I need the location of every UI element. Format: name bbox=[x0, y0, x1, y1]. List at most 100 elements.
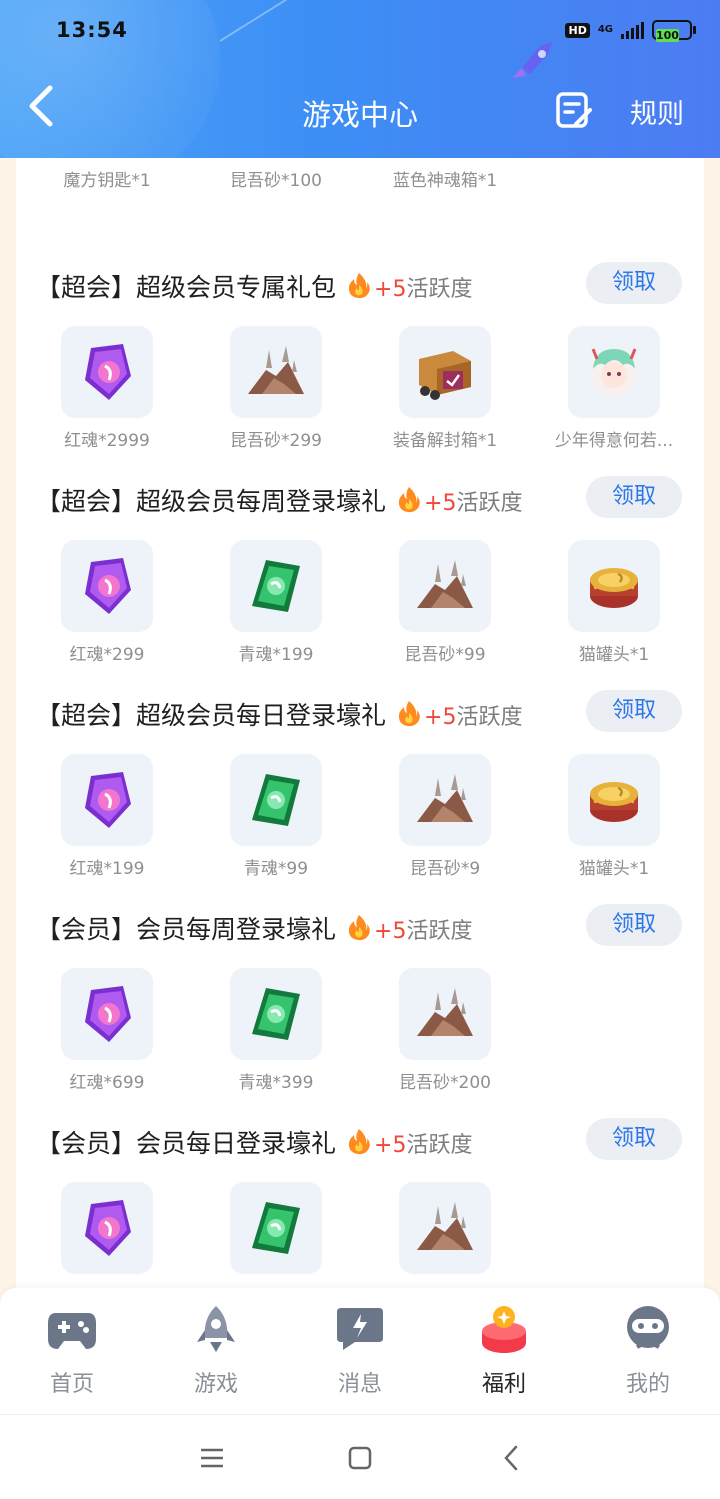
reward-item[interactable] bbox=[201, 1182, 351, 1282]
sand-icon bbox=[230, 326, 322, 418]
pack-title: 【超会】超级会员专属礼包 bbox=[36, 273, 337, 302]
reward-item[interactable]: 青魂*199 bbox=[201, 540, 351, 665]
battery-icon: 100 bbox=[652, 20, 696, 42]
reward-item[interactable]: 昆吾砂*299 bbox=[201, 326, 351, 451]
items-row: 红魂*2999 昆吾砂*299 装备解封箱*1 少年得意何若... bbox=[16, 326, 704, 451]
reward-item[interactable]: 装备解封箱*1 bbox=[370, 326, 520, 451]
red-soul-icon bbox=[61, 754, 153, 846]
reward-name: 红魂*2999 bbox=[64, 431, 150, 451]
reward-item[interactable]: 昆吾砂*9 bbox=[370, 754, 520, 879]
reward-name: 蓝色神魂箱*1 bbox=[392, 171, 498, 191]
reward-item[interactable]: 昆吾砂*200 bbox=[370, 968, 520, 1093]
pack-header: 【会员】会员每日登录壕礼 +5活跃度 领取 bbox=[16, 1112, 704, 1172]
activity-points: +5 bbox=[374, 919, 407, 944]
rules-button[interactable]: 规则 bbox=[630, 92, 684, 131]
reward-item[interactable] bbox=[370, 1182, 520, 1282]
avatar-frame-icon bbox=[568, 326, 660, 418]
reward-name: 昆吾砂*299 bbox=[230, 431, 322, 451]
pack-title-line: 【超会】超级会员每日登录壕礼 +5活跃度 bbox=[36, 696, 522, 732]
activity-label: 活跃度 bbox=[456, 705, 523, 730]
claim-button[interactable]: 领取 bbox=[586, 476, 682, 518]
claim-button[interactable]: 领取 bbox=[586, 690, 682, 732]
pack-header: 【超会】超级会员专属礼包 +5活跃度 领取 bbox=[16, 256, 704, 316]
signal-icon bbox=[621, 21, 644, 39]
home-square-icon[interactable] bbox=[345, 1445, 375, 1471]
tab-home[interactable]: 首页 bbox=[12, 1304, 132, 1398]
fire-icon bbox=[398, 487, 420, 513]
pack-header: 【超会】超级会员每日登录壕礼 +5活跃度 领取 bbox=[16, 684, 704, 744]
reward-name: 昆吾砂*100 bbox=[230, 171, 322, 191]
gamepad-icon bbox=[48, 1313, 96, 1349]
tab-label: 消息 bbox=[337, 1372, 382, 1397]
back-chevron-icon[interactable] bbox=[497, 1445, 527, 1471]
tab-games[interactable]: 游戏 bbox=[156, 1304, 276, 1398]
reward-item[interactable]: 红魂*699 bbox=[32, 968, 182, 1093]
reward-item[interactable]: 昆吾砂*99 bbox=[370, 540, 520, 665]
activity-points: +5 bbox=[374, 277, 407, 302]
status-time: 13:54 bbox=[56, 18, 128, 42]
network-type: 4G bbox=[597, 24, 613, 35]
pack-title: 【超会】超级会员每日登录壕礼 bbox=[36, 701, 387, 730]
activity-label: 活跃度 bbox=[406, 919, 473, 944]
activity-label: 活跃度 bbox=[406, 277, 473, 302]
hd-icon: HD bbox=[565, 22, 590, 38]
items-row: 红魂*299 青魂*199 昆吾砂*99 猫罐头*1 bbox=[16, 540, 704, 665]
reward-item[interactable]: 红魂*199 bbox=[32, 754, 182, 879]
fire-icon bbox=[348, 915, 370, 941]
reward-name: 红魂*199 bbox=[69, 859, 145, 879]
reward-name: 青魂*199 bbox=[238, 645, 314, 665]
reward-item[interactable]: 红魂*299 bbox=[32, 540, 182, 665]
tab-benefits[interactable]: 福利 bbox=[444, 1304, 564, 1398]
green-soul-icon bbox=[230, 968, 322, 1060]
sand-icon bbox=[399, 968, 491, 1060]
claim-button[interactable]: 领取 bbox=[586, 1118, 682, 1160]
reward-item[interactable]: 青魂*399 bbox=[201, 968, 351, 1093]
sand-icon bbox=[399, 540, 491, 632]
fire-icon bbox=[348, 1129, 370, 1155]
pack-title-line: 【会员】会员每日登录壕礼 +5活跃度 bbox=[36, 1124, 472, 1160]
red-soul-icon bbox=[61, 968, 153, 1060]
gift-icon bbox=[482, 1306, 526, 1353]
reward-name: 青魂*399 bbox=[238, 1073, 314, 1093]
cat-can-icon bbox=[568, 540, 660, 632]
robot-avatar-icon bbox=[627, 1306, 669, 1349]
tab-label: 我的 bbox=[625, 1372, 670, 1397]
activity-label: 活跃度 bbox=[456, 491, 523, 516]
header-streak bbox=[219, 0, 526, 42]
reward-item[interactable]: 红魂*2999 bbox=[32, 326, 182, 451]
activity-points: +5 bbox=[424, 705, 457, 730]
menu-icon[interactable] bbox=[197, 1445, 227, 1471]
reward-item[interactable] bbox=[32, 1182, 182, 1282]
tab-me[interactable]: 我的 bbox=[588, 1304, 708, 1398]
reward-name: 猫罐头*1 bbox=[578, 859, 650, 879]
activity-label: 活跃度 bbox=[406, 1133, 473, 1158]
items-row bbox=[16, 1182, 704, 1290]
reward-item[interactable]: 猫罐头*1 bbox=[539, 540, 689, 665]
pack-title: 【会员】会员每日登录壕礼 bbox=[36, 1129, 337, 1158]
reward-name: 猫罐头*1 bbox=[578, 645, 650, 665]
green-soul-icon bbox=[230, 540, 322, 632]
reward-name: 少年得意何若... bbox=[554, 431, 674, 451]
reward-name: 青魂*99 bbox=[243, 859, 309, 879]
reward-item[interactable]: 猫罐头*1 bbox=[539, 754, 689, 879]
reward-name: 昆吾砂*99 bbox=[404, 645, 486, 665]
green-soul-icon bbox=[230, 1182, 322, 1274]
reward-name: 魔方钥匙*1 bbox=[63, 171, 151, 191]
reward-item[interactable]: 少年得意何若... bbox=[539, 326, 689, 451]
red-soul-icon bbox=[61, 540, 153, 632]
cat-can-icon bbox=[568, 754, 660, 846]
claim-button[interactable]: 领取 bbox=[586, 262, 682, 304]
rules-icon[interactable] bbox=[554, 90, 594, 130]
rocket-decoration-icon bbox=[512, 42, 552, 78]
bottom-tab-bar: 首页 游戏 消息 福利 我的 bbox=[0, 1288, 720, 1414]
fire-icon bbox=[348, 273, 370, 299]
sand-icon bbox=[399, 754, 491, 846]
tab-messages[interactable]: 消息 bbox=[300, 1304, 420, 1398]
fire-icon bbox=[398, 701, 420, 727]
pack-header: 【会员】会员每周登录壕礼 +5活跃度 领取 bbox=[16, 898, 704, 958]
battery-level: 100 bbox=[656, 29, 679, 42]
rewards-list[interactable]: 魔方钥匙*1昆吾砂*100GIFT蓝色神魂箱*1【超会】超级会员专属礼包+5活跃… bbox=[16, 120, 704, 1290]
reward-item[interactable]: 青魂*99 bbox=[201, 754, 351, 879]
claim-button[interactable]: 领取 bbox=[586, 904, 682, 946]
pack-title: 【会员】会员每周登录壕礼 bbox=[36, 915, 337, 944]
